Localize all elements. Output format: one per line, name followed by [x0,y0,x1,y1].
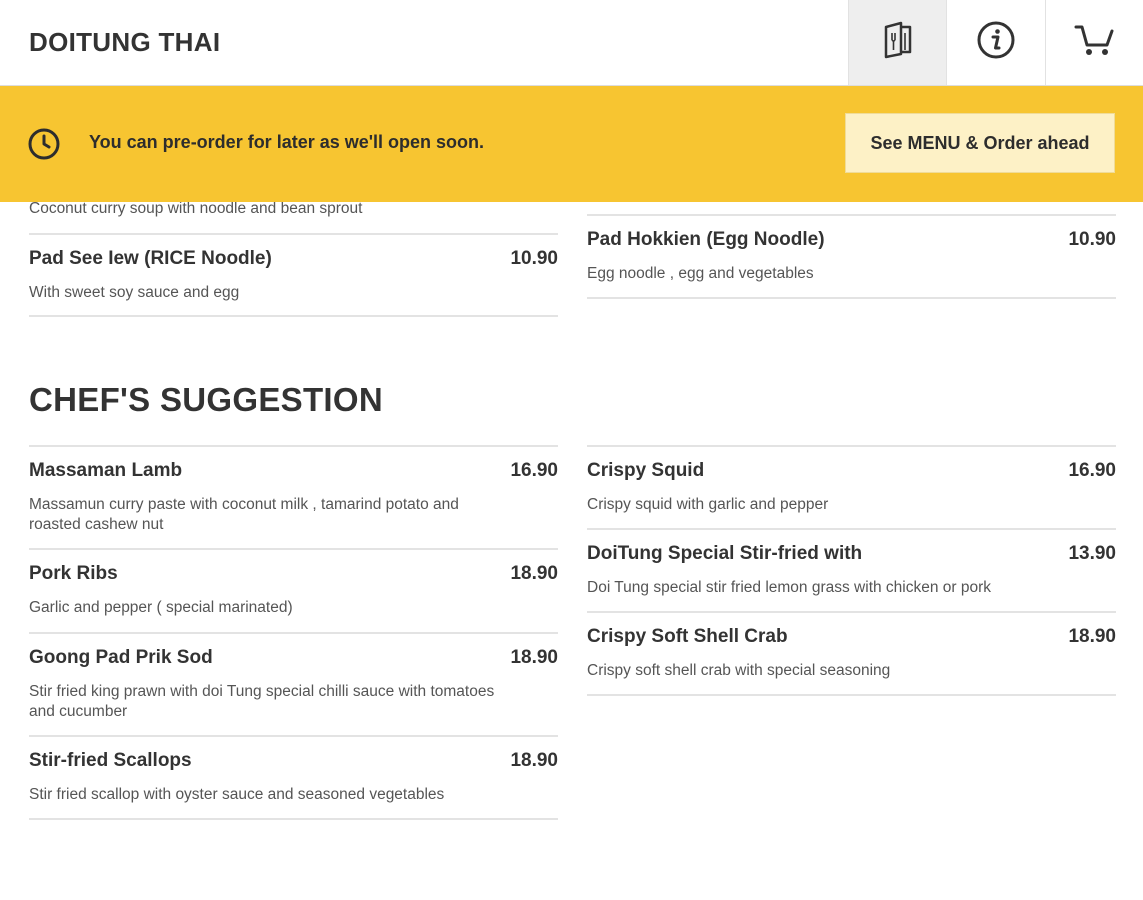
app-header: DOITUNG THAI [0,0,1143,86]
menu-button[interactable] [848,0,947,85]
chefs-right-column: Crispy Squid 16.90 Crispy squid with gar… [587,447,1116,696]
item-price: 16.90 [510,460,558,481]
clock-icon [27,127,61,166]
item-price: 18.90 [1068,626,1116,647]
item-description: Doi Tung special stir fried lemon grass … [587,579,992,596]
item-price: 18.90 [510,647,558,668]
menu-item[interactable]: Pad See Iew (RICE Noodle) 10.90 With swe… [29,235,558,317]
item-description: With sweet soy sauce and egg [29,284,240,301]
item-description: Crispy soft shell crab with special seas… [587,662,891,679]
item-price: 13.90 [1068,543,1116,564]
menu-item[interactable]: Crispy Soft Shell Crab 18.90 Crispy soft… [587,613,1116,696]
item-price: 10.90 [1068,229,1116,250]
noodles-right-column: Pad Hokkien (Egg Noodle) 10.90 Egg noodl… [587,216,1116,299]
cart-button[interactable] [1045,0,1143,85]
restaurant-name: DOITUNG THAI [29,27,221,57]
menu-item[interactable]: Crispy Squid 16.90 Crispy squid with gar… [587,447,1116,530]
item-name: Crispy Soft Shell Crab [587,626,788,647]
menu-item[interactable]: DoiTung Special Stir-fried with 13.90 Do… [587,530,1116,613]
item-description: Egg noodle , egg and vegetables [587,265,814,282]
item-description: Massamun curry paste with coconut milk ,… [29,496,459,533]
item-name: Goong Pad Prik Sod [29,647,213,668]
see-menu-order-ahead-button[interactable]: See MENU & Order ahead [845,113,1115,173]
section-title: CHEF'S SUGGESTION [29,381,383,418]
menu-book-icon [881,21,915,64]
menu-item[interactable]: Stir-fried Scallops 18.90 Stir fried sca… [29,737,558,820]
preorder-message: You can pre-order for later as we'll ope… [89,132,485,152]
item-name: Crispy Squid [587,460,705,481]
item-description: Stir fried king prawn with doi Tung spec… [29,683,495,720]
info-icon [976,20,1016,65]
item-name: Pork Ribs [29,563,118,584]
preorder-banner: You can pre-order for later as we'll ope… [0,86,1143,202]
item-description: Crispy squid with garlic and pepper [587,496,829,513]
item-price: 18.90 [510,750,558,771]
cut-off-item-description: Coconut curry soup with noodle and bean … [29,200,363,217]
item-name: DoiTung Special Stir-fried with [587,543,863,564]
cart-icon [1074,22,1116,63]
item-price: 10.90 [510,248,558,269]
item-price: 16.90 [1068,460,1116,481]
item-name: Stir-fried Scallops [29,750,192,771]
menu-item[interactable]: Massaman Lamb 16.90 Massamun curry paste… [29,447,558,550]
item-price: 18.90 [510,563,558,584]
menu-item[interactable]: Pad Hokkien (Egg Noodle) 10.90 Egg noodl… [587,216,1116,299]
item-name: Pad See Iew (RICE Noodle) [29,248,272,269]
chefs-left-column: Massaman Lamb 16.90 Massamun curry paste… [29,447,558,820]
item-name: Massaman Lamb [29,460,183,481]
menu-item[interactable]: Pork Ribs 18.90 Garlic and pepper ( spec… [29,550,558,634]
info-button[interactable] [946,0,1045,85]
menu-item[interactable]: Goong Pad Prik Sod 18.90 Stir fried king… [29,634,558,737]
noodles-left-column: Pad See Iew (RICE Noodle) 10.90 With swe… [29,235,558,317]
item-description: Garlic and pepper ( special marinated) [29,599,293,616]
item-name: Pad Hokkien (Egg Noodle) [587,229,825,250]
item-description: Stir fried scallop with oyster sauce and… [29,786,445,803]
